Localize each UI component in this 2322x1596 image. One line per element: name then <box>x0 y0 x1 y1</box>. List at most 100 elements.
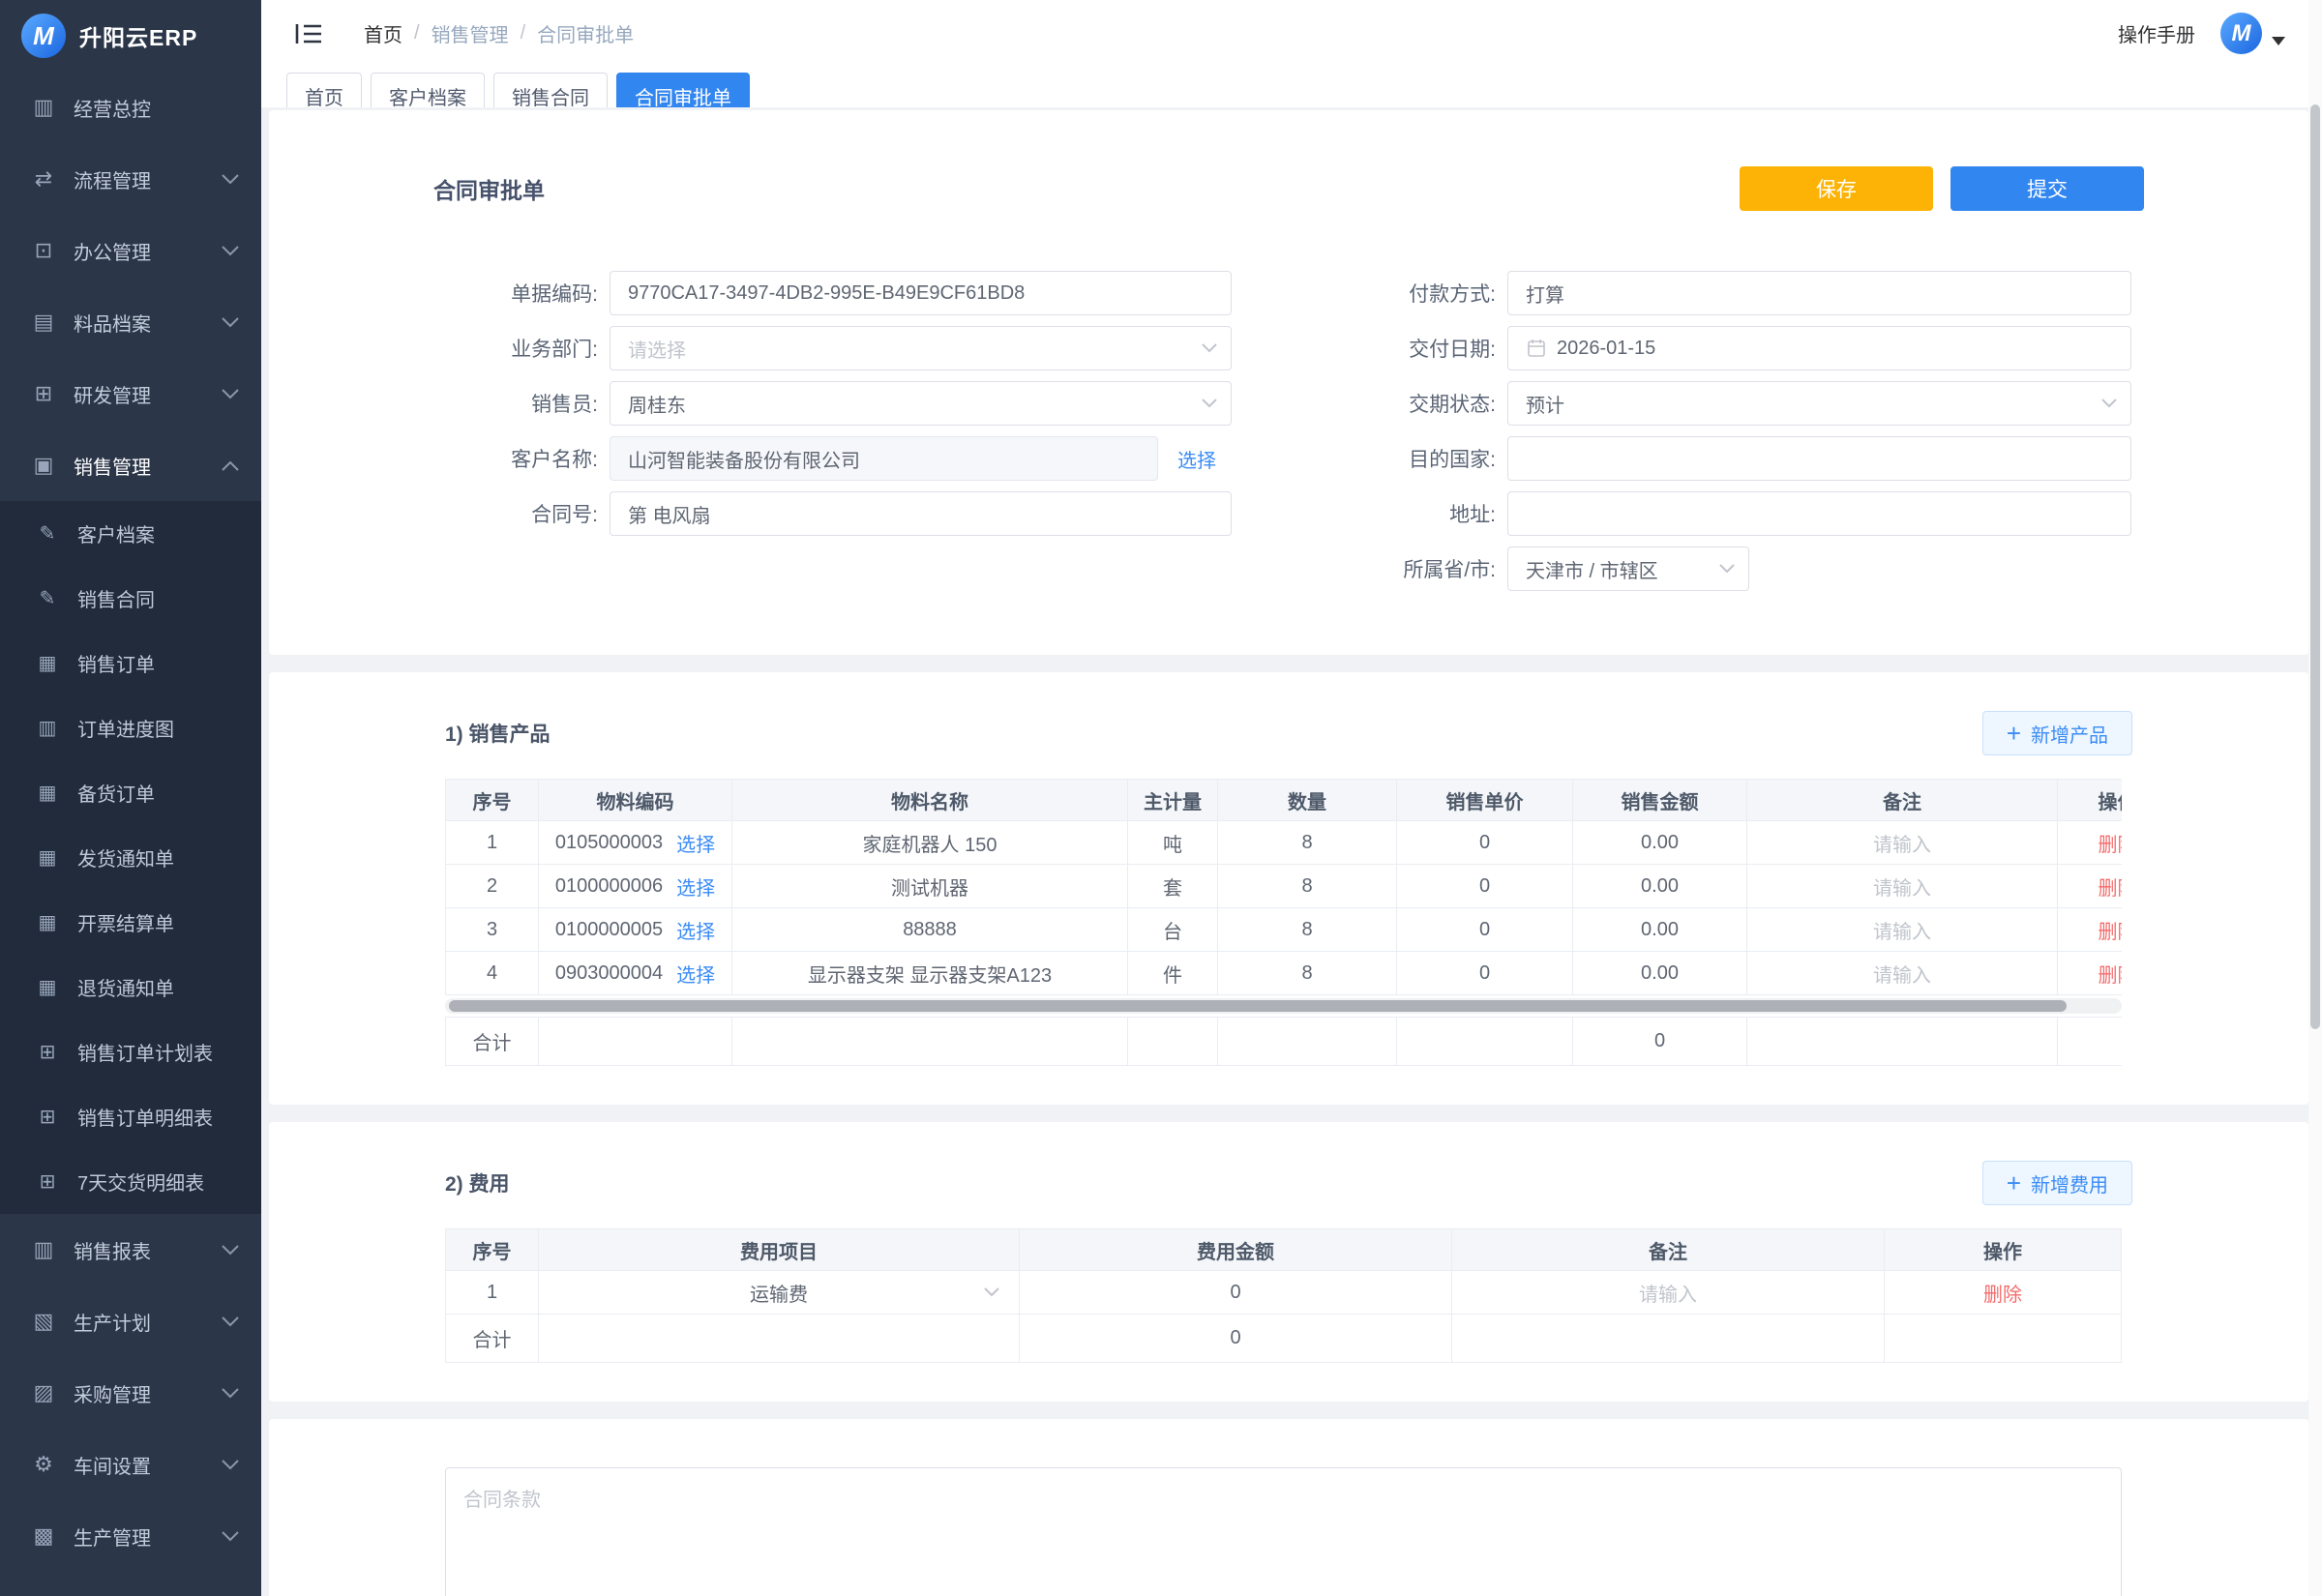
breadcrumb-separator: / <box>414 22 420 44</box>
cell-remark-input[interactable]: 请输入 <box>1747 908 2058 952</box>
sidebar-subitem[interactable]: ▦ 备货订单 <box>0 760 261 825</box>
sidebar-subitem-label: 7天交货明细表 <box>77 1167 261 1196</box>
user-menu-caret-icon[interactable] <box>2272 37 2285 45</box>
fees-totals-row: 合计 0 <box>446 1315 2122 1363</box>
row-select-link[interactable]: 选择 <box>676 872 715 901</box>
add-fee-button[interactable]: + 新增费用 <box>1982 1161 2132 1205</box>
sidebar-item[interactable]: ▥ 销售报表 <box>0 1214 261 1286</box>
sidebar-item[interactable]: ▣ 销售管理 <box>0 429 261 501</box>
sidebar-item[interactable]: ⊞ 研发管理 <box>0 358 261 429</box>
cell-unit-price[interactable]: 0 <box>1397 952 1573 995</box>
row-delete-link[interactable]: 删除 <box>1983 1285 2022 1306</box>
cell-fee-amount[interactable]: 0 <box>1020 1271 1452 1315</box>
contract-terms-textarea[interactable] <box>445 1467 2122 1596</box>
cell-remark-input[interactable]: 请输入 <box>1747 952 2058 995</box>
sidebar-item[interactable]: ⚙ 车间设置 <box>0 1429 261 1500</box>
sidebar-subitem[interactable]: ▦ 退货通知单 <box>0 955 261 1020</box>
calendar-icon <box>1526 338 1547 359</box>
delivery-status-select[interactable]: 预计 <box>1507 381 2131 426</box>
fees-header-row: 序号 费用项目 费用金额 备注 操作 <box>446 1229 2122 1271</box>
manual-link[interactable]: 操作手册 <box>2118 19 2195 47</box>
submit-button[interactable]: 提交 <box>1950 166 2144 211</box>
sidebar-item[interactable]: ▥ 经营总控 <box>0 72 261 143</box>
sidebar-subitem[interactable]: ▦ 开票结算单 <box>0 890 261 955</box>
totals-amount: 0 <box>1020 1315 1452 1363</box>
tab-sales-contract[interactable]: 销售合同 <box>493 73 608 107</box>
address-input[interactable] <box>1507 491 2131 536</box>
doc-code-input[interactable]: 9770CA17-3497-4DB2-995E-B49E9CF61BD8 <box>610 271 1232 315</box>
cell-remark-input[interactable]: 请输入 <box>1452 1271 1885 1315</box>
cell-qty[interactable]: 8 <box>1218 908 1397 952</box>
sidebar-subitem[interactable]: ✎ 销售合同 <box>0 566 261 631</box>
fees-table: 序号 费用项目 费用金额 备注 操作 1 <box>445 1228 2122 1363</box>
row-delete-link[interactable]: 删除 <box>2099 835 2123 856</box>
cell-unit-price[interactable]: 0 <box>1397 821 1573 865</box>
sidebar-item[interactable]: ▨ 采购管理 <box>0 1357 261 1429</box>
chevron-down-icon <box>1202 399 1217 408</box>
cell-material-name: 家庭机器人 150 <box>732 821 1128 865</box>
tab-home[interactable]: 首页 <box>286 73 362 107</box>
sidebar-item[interactable]: ▩ 生产管理 <box>0 1500 261 1572</box>
cell-qty[interactable]: 8 <box>1218 821 1397 865</box>
dept-select[interactable]: 请选择 <box>610 326 1232 370</box>
fee-item-select[interactable]: 运输费 <box>539 1279 1019 1307</box>
row-select-link[interactable]: 选择 <box>676 916 715 944</box>
sidebar-item[interactable]: ▧ 生产计划 <box>0 1286 261 1357</box>
row-delete-link[interactable]: 删除 <box>2099 922 2123 943</box>
sidebar-item[interactable]: ⊡ 办公管理 <box>0 215 261 286</box>
sidebar-item[interactable]: ⊠ 报工管理 <box>0 1572 261 1596</box>
fee-item-value: 运输费 <box>750 1279 808 1307</box>
save-button[interactable]: 保存 <box>1740 166 1933 211</box>
customer-label: 客户名称: <box>433 444 598 473</box>
sidebar-subitem-label: 销售订单明细表 <box>77 1103 261 1131</box>
products-table-body: 1 0105000003选择 家庭机器人 150 吨 8 0 0.00 请输入 … <box>446 821 2123 995</box>
sidebar-item-label: 生产计划 <box>74 1308 221 1336</box>
sidebar-subitem[interactable]: ▦ 发货通知单 <box>0 825 261 890</box>
salesman-select[interactable]: 周桂东 <box>610 381 1232 426</box>
tab-contract-approval[interactable]: 合同审批单 <box>616 73 750 107</box>
province-value: 天津市 / 市辖区 <box>1526 555 1658 583</box>
plus-icon: + <box>2007 721 2021 746</box>
add-product-button[interactable]: + 新增产品 <box>1982 711 2132 755</box>
customer-select-link[interactable]: 选择 <box>1177 445 1216 473</box>
cell-qty[interactable]: 8 <box>1218 952 1397 995</box>
cell-qty[interactable]: 8 <box>1218 865 1397 908</box>
cell-remark-input[interactable]: 请输入 <box>1747 821 2058 865</box>
row-delete-link[interactable]: 删除 <box>2099 965 2123 987</box>
products-table: 序号 物料编码 物料名称 主计量 数量 销售单价 销售金额 备注 操作 <box>445 779 2122 995</box>
scrollbar-thumb[interactable] <box>449 1000 2067 1012</box>
sidebar-subitem[interactable]: ⊞ 销售订单计划表 <box>0 1020 261 1084</box>
totals-label: 合计 <box>446 1315 539 1363</box>
province-cascader[interactable]: 天津市 / 市辖区 <box>1507 547 1749 591</box>
sidebar-item[interactable]: ▤ 料品档案 <box>0 286 261 358</box>
sidebar-item-label: 销售报表 <box>74 1236 221 1264</box>
dest-country-input[interactable] <box>1507 436 2131 481</box>
sidebar-subitem[interactable]: ✎ 客户档案 <box>0 501 261 566</box>
scrollbar-thumb[interactable] <box>2310 104 2320 1029</box>
contract-no-input[interactable]: 第 电风扇 <box>610 491 1232 536</box>
sidebar-toggle-icon[interactable] <box>294 21 323 46</box>
sidebar-item-label: 生产管理 <box>74 1522 221 1551</box>
delivery-date-picker[interactable]: 2026-01-15 <box>1507 326 2131 370</box>
sidebar-subitem[interactable]: ▦ 销售订单 <box>0 631 261 695</box>
row-delete-link[interactable]: 删除 <box>2099 878 2123 900</box>
chevron-icon <box>221 174 240 185</box>
sidebar-subitem[interactable]: ▥ 订单进度图 <box>0 695 261 760</box>
table-horizontal-scrollbar[interactable] <box>445 998 2122 1014</box>
row-select-link[interactable]: 选择 <box>676 960 715 988</box>
payment-input[interactable]: 打算 <box>1507 271 2131 315</box>
page-vertical-scrollbar[interactable] <box>2308 0 2322 1596</box>
customer-input[interactable]: 山河智能装备股份有限公司 <box>610 436 1158 481</box>
user-avatar[interactable]: M <box>2220 13 2262 54</box>
tab-customer-files[interactable]: 客户档案 <box>371 73 485 107</box>
sidebar-item[interactable]: ⇄ 流程管理 <box>0 143 261 215</box>
cell-unit-price[interactable]: 0 <box>1397 908 1573 952</box>
sidebar-subitem[interactable]: ⊞ 销售订单明细表 <box>0 1084 261 1149</box>
col-remark: 备注 <box>1747 780 2058 821</box>
breadcrumb-sales[interactable]: 销售管理 <box>432 19 509 47</box>
cell-unit-price[interactable]: 0 <box>1397 865 1573 908</box>
sidebar-subitem[interactable]: ⊞ 7天交货明细表 <box>0 1149 261 1214</box>
cell-remark-input[interactable]: 请输入 <box>1747 865 2058 908</box>
row-select-link[interactable]: 选择 <box>676 829 715 857</box>
breadcrumb-home[interactable]: 首页 <box>364 19 402 47</box>
